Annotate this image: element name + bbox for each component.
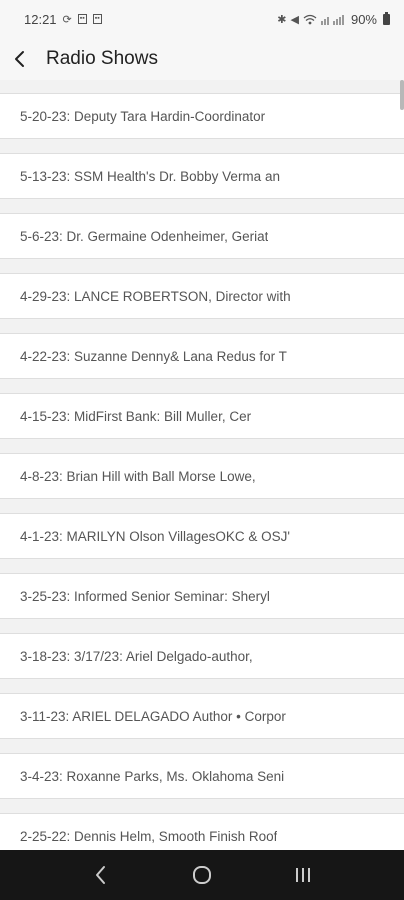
show-title: 4-8-23: Brian Hill with Ball Morse Lowe, <box>20 468 256 484</box>
list-item[interactable]: 2-25-22: Dennis Helm, Smooth Finish Roof <box>0 813 404 850</box>
show-title: 4-22-23: Suzanne Denny& Lana Redus for T <box>20 348 287 364</box>
show-title: 2-25-22: Dennis Helm, Smooth Finish Roof <box>20 828 278 844</box>
show-title: 3-4-23: Roxanne Parks, Ms. Oklahoma Seni <box>20 768 285 784</box>
list-item[interactable]: 5-6-23: Dr. Germaine Odenheimer, Geriat <box>0 213 404 259</box>
battery-icon <box>383 11 390 25</box>
nav-home-button[interactable] <box>177 855 227 895</box>
list-item[interactable]: 3-18-23: 3/17/23: Ariel Delgado-author, <box>0 633 404 679</box>
battery-percent: 90% <box>350 11 377 27</box>
status-bar: 12:21 ⟳ ▪▪ ▪▪ ✱ ◀ 90% <box>0 0 404 38</box>
system-nav-bar <box>0 850 404 900</box>
signal-icon <box>320 14 344 25</box>
list-item[interactable]: 4-15-23: MidFirst Bank: Bill Muller, Cer <box>0 393 404 439</box>
page-title: Radio Shows <box>46 48 158 69</box>
scrollbar[interactable] <box>400 80 404 110</box>
list-item[interactable]: 4-29-23: LANCE ROBERTSON, Director with <box>0 273 404 319</box>
radio-shows-list[interactable]: 5-20-23: Deputy Tara Hardin-Coordinator 5… <box>0 80 404 850</box>
nav-back-button[interactable] <box>76 855 126 895</box>
show-title: 5-6-23: Dr. Germaine Odenheimer, Geriat <box>20 228 269 244</box>
list-item[interactable]: 3-25-23: Informed Senior Seminar: Sheryl <box>0 573 404 619</box>
show-title: 4-29-23: LANCE ROBERTSON, Director with <box>20 288 291 304</box>
status-time: 12:21 <box>24 11 57 27</box>
status-right: ✱ ◀ 90% <box>277 11 390 27</box>
list-item[interactable]: 5-20-23: Deputy Tara Hardin-Coordinator <box>0 93 404 139</box>
show-title: 3-25-23: Informed Senior Seminar: Sheryl <box>20 588 270 604</box>
notification-icon-1: ▪▪ <box>77 14 87 24</box>
list-item[interactable]: 3-11-23: ARIEL DELAGADO Author • Corpor <box>0 693 404 739</box>
sync-icon: ⟳ <box>62 13 72 26</box>
list-item[interactable]: 4-8-23: Brian Hill with Ball Morse Lowe, <box>0 453 404 499</box>
nav-home-icon <box>192 866 211 884</box>
status-left: 12:21 ⟳ ▪▪ ▪▪ <box>24 12 102 27</box>
show-title: 5-13-23: SSM Health's Dr. Bobby Verma an <box>20 168 280 184</box>
list-item[interactable]: 4-22-23: Suzanne Denny& Lana Redus for T <box>0 333 404 379</box>
list-item[interactable]: 5-13-23: SSM Health's Dr. Bobby Verma an <box>0 153 404 199</box>
chevron-left-icon <box>15 51 24 67</box>
show-title: 4-15-23: MidFirst Bank: Bill Muller, Cer <box>20 408 252 424</box>
wifi-icon <box>303 14 317 24</box>
nav-recents-icon <box>296 868 311 882</box>
mute-icon: ◀ <box>290 13 299 26</box>
show-title: 5-20-23: Deputy Tara Hardin-Coordinator <box>20 108 266 124</box>
show-title: 3-18-23: 3/17/23: Ariel Delgado-author, <box>20 648 253 664</box>
bluetooth-icon: ✱ <box>277 13 287 26</box>
show-title: 3-11-23: ARIEL DELAGADO Author • Corpor <box>20 708 286 724</box>
show-title: 4-1-23: MARILYN Olson VillagesOKC & OSJ' <box>20 528 290 544</box>
list-item[interactable]: 3-4-23: Roxanne Parks, Ms. Oklahoma Seni <box>0 753 404 799</box>
list-item[interactable]: 4-1-23: MARILYN Olson VillagesOKC & OSJ' <box>0 513 404 559</box>
nav-back-icon <box>95 866 105 884</box>
back-button[interactable] <box>0 38 40 80</box>
nav-recents-button[interactable] <box>278 855 328 895</box>
notification-icon-2: ▪▪ <box>92 14 102 24</box>
app-bar: Radio Shows <box>0 38 404 80</box>
